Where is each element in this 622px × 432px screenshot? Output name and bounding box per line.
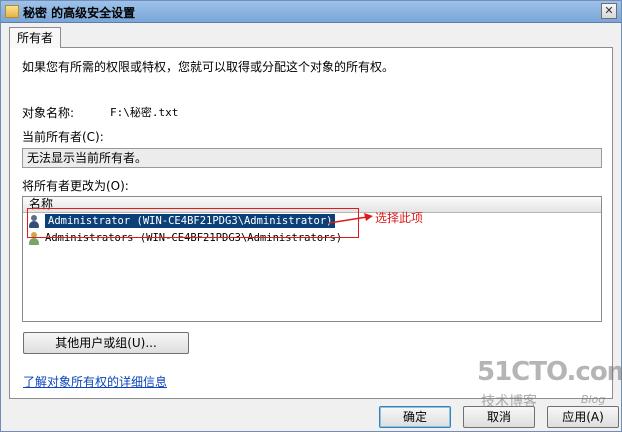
apply-button[interactable]: 应用(A): [547, 406, 619, 428]
user-icon: [27, 215, 41, 228]
learn-more-link[interactable]: 了解对象所有权的详细信息: [23, 373, 167, 390]
folder-icon: [5, 5, 19, 18]
list-item[interactable]: Administrators (WIN-CE4BF21PDG3\Administ…: [23, 230, 601, 247]
list-item-label: Administrators (WIN-CE4BF21PDG3\Administ…: [45, 232, 343, 244]
change-owner-label: 将所有者更改为(O):: [22, 179, 129, 193]
current-owner-label: 当前所有者(C):: [22, 130, 104, 144]
list-item-label: Administrator (WIN-CE4BF21PDG3\Administr…: [45, 214, 336, 228]
ok-button[interactable]: 确定: [379, 406, 451, 428]
title-bar[interactable]: 秘密 的高级安全设置 ✕: [1, 1, 621, 23]
current-owner-field: 无法显示当前所有者。: [22, 148, 602, 168]
object-name-value: F:\秘密.txt: [110, 106, 179, 119]
close-button[interactable]: ✕: [601, 3, 617, 19]
column-header-name[interactable]: 名称: [23, 197, 601, 213]
tab-owner[interactable]: 所有者: [9, 27, 61, 48]
annotation-text: 选择此项: [375, 211, 424, 225]
other-users-or-groups-button[interactable]: 其他用户或组(U)...: [23, 332, 189, 354]
owner-candidates-list[interactable]: 名称 Administrator (WIN-CE4BF21PDG3\Admini…: [22, 196, 602, 322]
annotation-arrow-icon: [328, 213, 373, 224]
group-icon: [27, 232, 41, 245]
cancel-button[interactable]: 取消: [463, 406, 535, 428]
intro-text: 如果您有所需的权限或特权，您就可以取得或分配这个对象的所有权。: [22, 60, 395, 74]
window-title: 秘密 的高级安全设置: [23, 6, 136, 20]
advanced-security-settings-window: 秘密 的高级安全设置 ✕ 所有者 如果您有所需的权限或特权，您就可以取得或分配这…: [0, 0, 622, 432]
list-item[interactable]: Administrator (WIN-CE4BF21PDG3\Administr…: [23, 213, 601, 230]
object-name-label: 对象名称:: [22, 106, 75, 120]
